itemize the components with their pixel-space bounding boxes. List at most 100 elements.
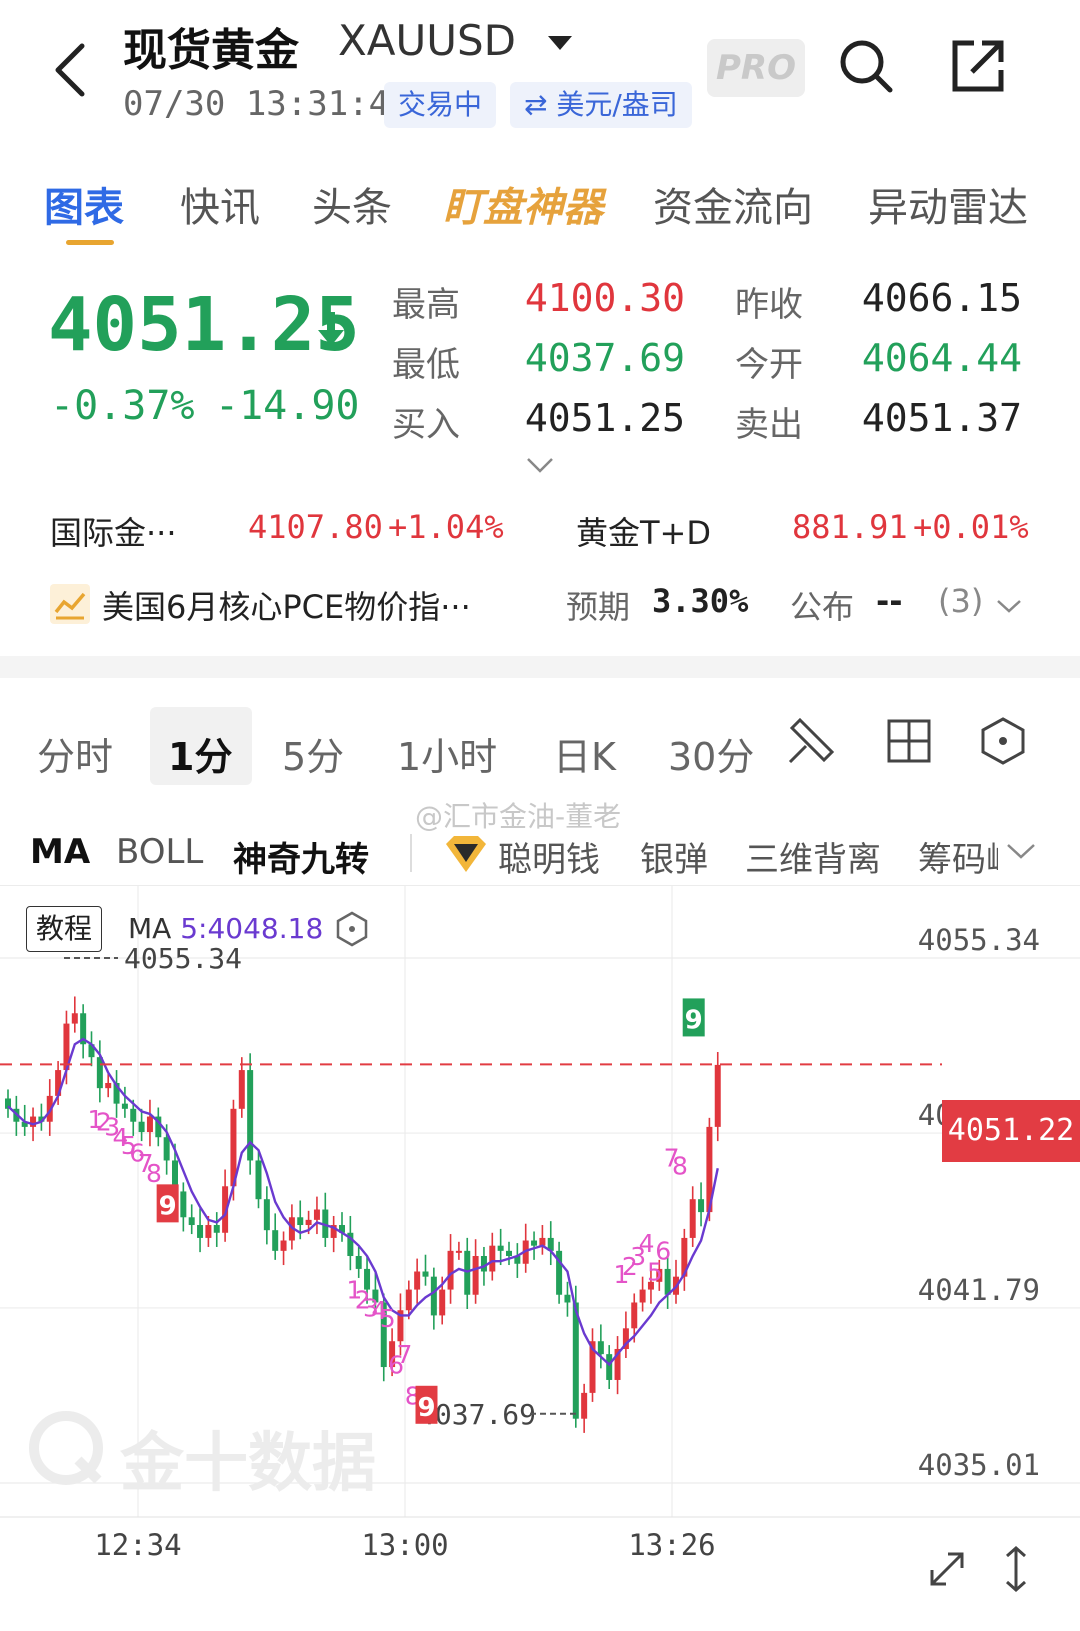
x-tick-label: 13:00 — [361, 1528, 448, 1562]
candle-body — [714, 1064, 721, 1127]
candle-body — [472, 1256, 479, 1295]
candle-body — [130, 1108, 137, 1122]
tab-capital-flow[interactable]: 资金流向 — [653, 175, 813, 233]
tab-chart[interactable]: 图表 — [44, 175, 124, 233]
change-absolute: -14.90 — [215, 383, 360, 429]
indicator-magic-nine[interactable]: 神奇九转 — [233, 832, 369, 881]
share-icon[interactable] — [950, 38, 1006, 94]
event-count[interactable]: (3) — [938, 582, 983, 620]
tab-flash-news[interactable]: 快讯 — [180, 175, 260, 233]
tab-monitor-tool[interactable]: 盯盘神器 — [443, 175, 603, 233]
draw-tool-icon[interactable] — [786, 714, 838, 766]
candle-body — [105, 1082, 112, 1089]
candle-body — [430, 1276, 437, 1316]
candle-body — [422, 1271, 429, 1277]
settings-hex-icon[interactable] — [980, 716, 1026, 766]
indicator-divergence[interactable]: 三维背离 — [745, 832, 881, 881]
low-value: 4037.69 — [524, 336, 685, 380]
indicator-silver-bullet[interactable]: 银弹 — [640, 832, 708, 881]
candle-body — [205, 1225, 212, 1238]
timeframe-30min[interactable]: 30分 — [668, 726, 754, 781]
candle-body — [572, 1302, 579, 1419]
candle-body — [489, 1245, 496, 1272]
tab-anomaly-radar[interactable]: 异动雷达 — [868, 175, 1028, 233]
change-percent: -0.37% — [50, 383, 195, 429]
candle-body — [414, 1271, 421, 1290]
tab-headlines[interactable]: 头条 — [312, 175, 392, 233]
nine-count-digit: 7 — [396, 1340, 412, 1369]
nine-count-digit: 4 — [639, 1229, 655, 1258]
candle-body — [664, 1268, 671, 1295]
candle-body — [698, 1199, 705, 1213]
candle-body — [531, 1240, 538, 1246]
candle-body — [405, 1289, 412, 1311]
candle-body — [138, 1121, 145, 1133]
event-title[interactable]: 美国6月核心PCE物价指··· — [102, 582, 471, 628]
expand-chevron-icon[interactable] — [526, 456, 554, 474]
candle-body — [639, 1289, 646, 1303]
nine-count-digit: 5 — [380, 1304, 396, 1333]
indicator-boll[interactable]: BOLL — [116, 832, 203, 872]
candle-body — [280, 1240, 287, 1251]
y-tick-label: 4035.01 — [918, 1448, 1040, 1482]
candle-body — [121, 1103, 128, 1109]
candle-body — [506, 1250, 512, 1257]
candle-body — [297, 1217, 304, 1226]
candle-body — [455, 1250, 462, 1253]
nine-final-label: 9 — [685, 1005, 703, 1035]
prev-close-label: 昨收 — [735, 285, 803, 325]
search-icon[interactable] — [838, 38, 894, 94]
candle-body — [497, 1245, 504, 1251]
tutorial-button[interactable]: 教程 — [26, 906, 102, 952]
unit-toggle-badge[interactable]: ⇄ 美元/盎司 — [510, 82, 692, 128]
candle-body — [71, 1013, 78, 1024]
candle-body — [146, 1116, 153, 1133]
candle-body — [564, 1294, 571, 1303]
timeframe-1min[interactable]: 1分 — [168, 726, 232, 781]
candle-body — [631, 1302, 638, 1329]
max-marker-label: 4055.34 — [124, 942, 242, 975]
related-name-2[interactable]: 黄金T+D — [576, 508, 711, 554]
indicator-ma[interactable]: MA — [30, 832, 90, 872]
trading-status-badge: 交易中 — [384, 82, 497, 128]
pro-badge[interactable]: PRO — [707, 39, 805, 97]
timeframe-1hour[interactable]: 1小时 — [397, 726, 497, 781]
indicator-smart-money[interactable]: 聪明钱 — [498, 832, 600, 881]
bid-label: 买入 — [392, 405, 460, 445]
arrow-down-icon — [318, 312, 344, 346]
publish-label: 公布 — [790, 588, 855, 626]
y-tick-label: 4041.79 — [918, 1273, 1040, 1307]
candle-body — [263, 1199, 270, 1231]
high-label: 最高 — [392, 285, 460, 325]
ma-settings-icon[interactable] — [334, 910, 370, 948]
layout-grid-icon[interactable] — [886, 718, 932, 764]
nine-final-label: 9 — [159, 1191, 177, 1221]
bid-value: 4051.25 — [524, 396, 685, 440]
diamond-icon — [446, 836, 486, 872]
candle-body — [689, 1199, 696, 1238]
active-tab-underline — [66, 240, 114, 245]
back-arrow-icon[interactable] — [48, 40, 92, 100]
related-price-1: 4107.80 — [248, 508, 383, 546]
ma-value: 5:4048.18 — [180, 912, 324, 945]
timeframe-daily[interactable]: 日K — [553, 726, 616, 781]
open-label: 今开 — [735, 345, 803, 385]
related-name-1[interactable]: 国际金··· — [50, 508, 177, 554]
ask-value: 4051.37 — [861, 396, 1022, 440]
timeframe-5min[interactable]: 5分 — [282, 726, 344, 781]
section-divider — [0, 656, 1080, 678]
indicator-chip-peak[interactable]: 筹码峰 — [918, 832, 998, 881]
page-title: 现货黄金 — [123, 25, 299, 76]
candle-body — [355, 1256, 362, 1269]
candle-body — [255, 1160, 262, 1200]
brand-logo-icon — [29, 1411, 103, 1485]
indicator-divider — [410, 834, 412, 872]
symbol-code[interactable]: XAUUSD — [338, 16, 516, 65]
candle-body — [180, 1191, 187, 1218]
vertical-scale-icon[interactable] — [1002, 1546, 1030, 1592]
event-dropdown-icon[interactable] — [996, 598, 1022, 614]
timeframe-intraday[interactable]: 分时 — [37, 726, 113, 781]
fullscreen-icon[interactable] — [926, 1548, 968, 1590]
indicator-more-icon[interactable] — [1006, 842, 1036, 860]
dropdown-caret-icon[interactable] — [548, 36, 572, 50]
